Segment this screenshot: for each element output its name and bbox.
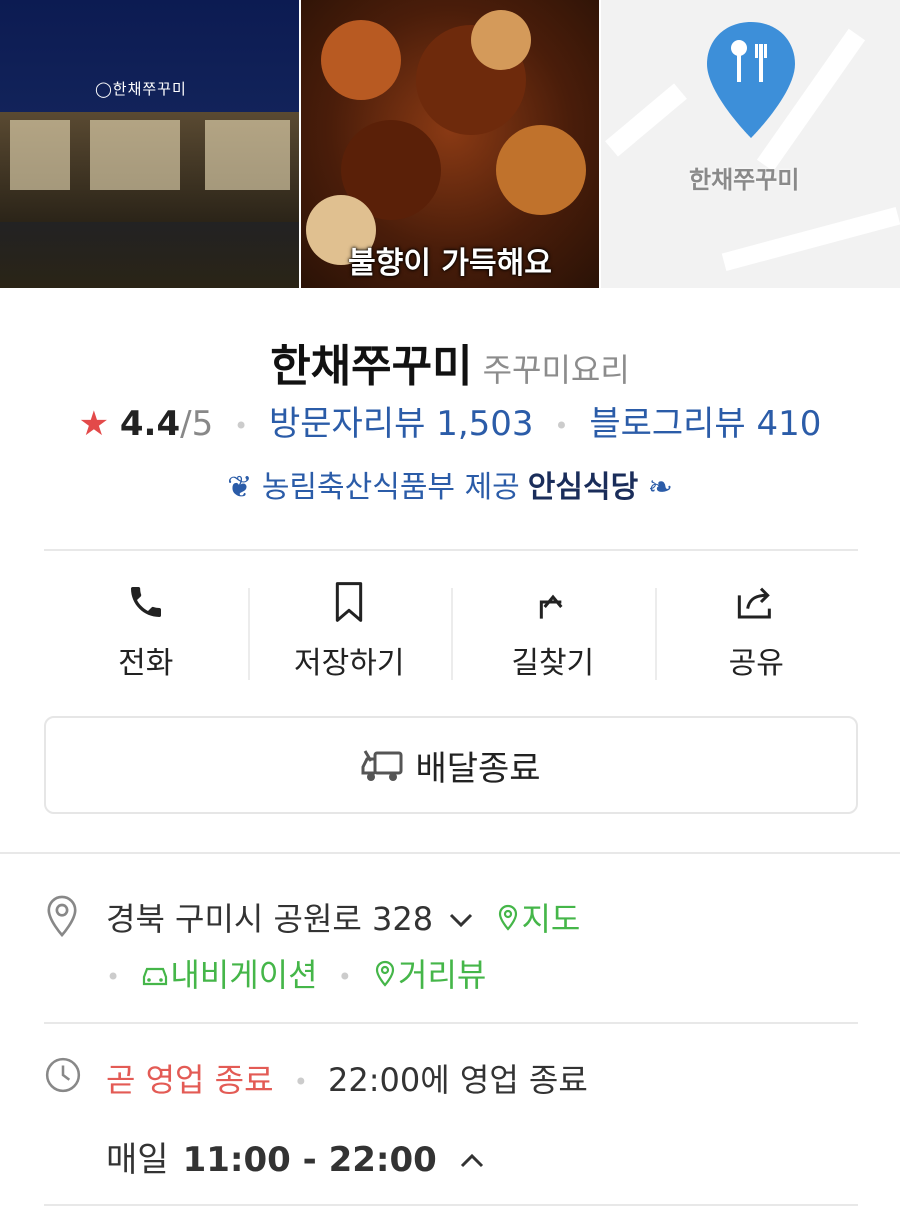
delivery-button[interactable]: 배달종료: [44, 716, 858, 814]
map-link-label: 지도: [521, 900, 581, 938]
separator-dot: •: [554, 411, 569, 440]
closing-time: 22:00에 영업 종료: [328, 1061, 588, 1099]
phone-icon: [130, 587, 161, 617]
directions-icon: [539, 594, 563, 619]
place-category: 주꾸미요리: [482, 351, 630, 389]
call-label: 전화: [118, 646, 174, 681]
map-link[interactable]: 지도: [495, 900, 580, 938]
hours-toggle[interactable]: 매일 11:00 - 22:00: [106, 1132, 486, 1181]
bookmark-icon: [336, 582, 363, 622]
divider: [44, 1022, 858, 1024]
map-road: [721, 207, 900, 271]
map-road: [605, 83, 687, 157]
delivery-label: 배달종료: [415, 748, 541, 789]
navigation-link[interactable]: 내비게이션: [140, 956, 327, 994]
streetview-label: 거리뷰: [398, 956, 487, 994]
section-divider: [0, 852, 900, 854]
location-pin-icon: [47, 895, 77, 938]
save-button[interactable]: 저장하기: [247, 580, 452, 681]
blog-reviews-link[interactable]: 블로그리뷰 410: [589, 404, 821, 444]
window-light: [205, 120, 290, 190]
share-label: 공유: [728, 646, 784, 681]
car-icon: [143, 967, 168, 986]
food-photo[interactable]: 불향이 가득해요: [301, 0, 599, 288]
streetview-pin-icon: [375, 960, 395, 987]
visitor-reviews-link[interactable]: 방문자리뷰 1,503: [269, 404, 534, 444]
restaurant-night-photo[interactable]: ◯한채쭈꾸미: [0, 0, 299, 288]
directions-button[interactable]: 길찾기: [451, 580, 655, 681]
streetview-link[interactable]: 거리뷰: [372, 956, 486, 994]
share-button[interactable]: 공유: [654, 580, 859, 681]
clock-icon: [45, 1057, 81, 1093]
share-icon: [738, 587, 772, 619]
directions-label: 길찾기: [511, 646, 595, 681]
save-label: 저장하기: [294, 646, 405, 681]
map-thumbnail[interactable]: 한채쭈꾸미: [601, 0, 900, 288]
rating-row: ★ 4.4/5 • 방문자리뷰 1,503 • 블로그리뷰 410: [0, 396, 900, 445]
window-light: [10, 120, 70, 190]
chevron-down-icon[interactable]: [447, 900, 475, 938]
separator-dot: •: [106, 963, 121, 991]
hours-status-row: 곧 영업 종료 • 22:00에 영업 종료: [106, 1055, 588, 1101]
badge-provider: 농림축산식품부 제공: [261, 470, 520, 505]
map-pin-icon: [707, 22, 795, 138]
address-links: • 내비게이션 • 거리뷰: [106, 950, 486, 996]
place-name: 한채쭈꾸미: [270, 341, 473, 392]
safe-restaurant-badge[interactable]: ❦ 농림축산식품부 제공 안심식당 ❧: [0, 462, 900, 506]
laurel-right-icon: ❧: [647, 470, 673, 505]
map-place-label: 한채쭈꾸미: [689, 166, 800, 194]
divider: [44, 549, 858, 551]
address-text[interactable]: 경북 구미시 공원로 328: [106, 900, 433, 938]
hours-range: 11:00 - 22:00: [182, 1140, 437, 1180]
restaurant-sign: ◯한채쭈꾸미: [95, 80, 187, 98]
hours-status: 곧 영업 종료: [106, 1061, 274, 1099]
separator-dot: •: [234, 411, 249, 440]
divider: [44, 1204, 858, 1206]
map-pin-small-icon: [499, 904, 518, 931]
rating-score: 4.4: [119, 404, 181, 444]
action-bar: 전화 저장하기 길찾기 공유: [44, 580, 859, 681]
food-photo-caption: 불향이 가득해요: [348, 246, 552, 281]
address-row: 경북 구미시 공원로 328 지도: [106, 894, 580, 940]
chevron-up-icon[interactable]: [458, 1140, 486, 1180]
navigation-label: 내비게이션: [170, 956, 318, 994]
laurel-left-icon: ❦: [227, 470, 253, 505]
title-row: 한채쭈꾸미 주꾸미요리: [0, 330, 900, 394]
star-icon: ★: [78, 404, 110, 444]
separator-dot: •: [337, 963, 352, 991]
badge-label: 안심식당: [527, 470, 639, 505]
window-light: [90, 120, 180, 190]
photo-strip: ◯한채쭈꾸미 불향이 가득해요 한채쭈꾸미: [0, 0, 900, 288]
rating-max: /5: [180, 404, 214, 444]
delivery-truck-icon: [361, 745, 405, 785]
separator-dot: •: [293, 1068, 308, 1096]
call-button[interactable]: 전화: [44, 580, 248, 681]
hours-days: 매일: [106, 1140, 169, 1180]
